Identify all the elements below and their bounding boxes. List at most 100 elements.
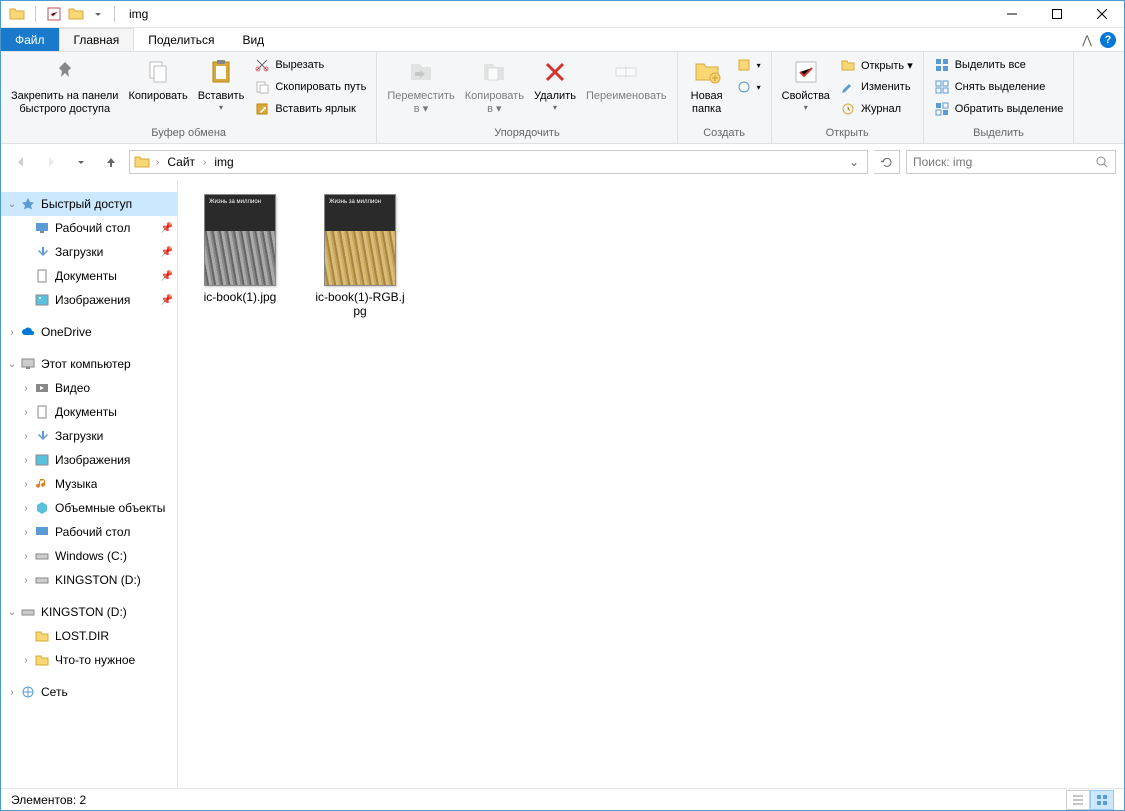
pin-icon: 📌 [161, 223, 173, 234]
ribbon-group-select: Выделить все Снять выделение Обратить вы… [924, 52, 1075, 143]
move-to-button[interactable]: Переместить в ▾ [383, 54, 458, 118]
breadcrumb-sep-icon[interactable]: › [201, 157, 208, 168]
rename-button[interactable]: Переименовать [582, 54, 671, 105]
paste-shortcut-icon [254, 101, 270, 117]
paste-button[interactable]: Вставить ▾ [194, 54, 249, 114]
search-box[interactable] [906, 150, 1116, 174]
copy-path-button[interactable]: Скопировать путь [250, 76, 370, 98]
cloud-icon [19, 324, 37, 340]
thumbnails-view-button[interactable] [1090, 790, 1114, 810]
tree-windows-c[interactable]: ›Windows (C:) [1, 544, 177, 568]
rename-icon [610, 56, 642, 88]
cut-button[interactable]: Вырезать [250, 54, 370, 76]
open-button[interactable]: Открыть ▾ [836, 54, 917, 76]
properties-icon[interactable] [44, 4, 64, 24]
easy-access-icon [736, 79, 752, 95]
copy-to-button[interactable]: Копировать в ▾ [461, 54, 528, 118]
copy-button[interactable]: Копировать [124, 54, 191, 105]
status-items: Элементов: 2 [11, 793, 86, 807]
forward-button[interactable] [39, 150, 63, 174]
tree-videos[interactable]: ›Видео [1, 376, 177, 400]
help-icon[interactable]: ? [1100, 32, 1116, 48]
main-area: ⌄Быстрый доступ Рабочий стол📌 Загрузки📌 … [1, 180, 1124, 788]
navigation-pane: ⌄Быстрый доступ Рабочий стол📌 Загрузки📌 … [1, 180, 178, 788]
tree-desktop[interactable]: Рабочий стол📌 [1, 216, 177, 240]
select-none-button[interactable]: Снять выделение [930, 76, 1068, 98]
move-to-icon [405, 56, 437, 88]
delete-button[interactable]: Удалить ▾ [530, 54, 580, 114]
tree-pictures2[interactable]: ›Изображения [1, 448, 177, 472]
tree-kingston-d2[interactable]: ⌄KINGSTON (D:) [1, 600, 177, 624]
ribbon: Закрепить на панели быстрого доступа Коп… [1, 52, 1124, 144]
open-icon [840, 57, 856, 73]
back-button[interactable] [9, 150, 33, 174]
tree-documents2[interactable]: ›Документы [1, 400, 177, 424]
breadcrumb-sep-icon[interactable]: › [154, 157, 161, 168]
documents-icon [33, 404, 51, 420]
pin-quick-access-button[interactable]: Закрепить на панели быстрого доступа [7, 54, 122, 118]
close-button[interactable] [1079, 1, 1124, 27]
documents-icon [33, 268, 51, 284]
new-folder-icon[interactable] [66, 4, 86, 24]
refresh-button[interactable] [874, 150, 900, 174]
file-item[interactable]: Жизнь за миллион ic-book(1).jpg [192, 194, 288, 304]
tree-pictures[interactable]: Изображения📌 [1, 288, 177, 312]
tab-view[interactable]: Вид [228, 28, 278, 51]
ribbon-collapse-icon[interactable]: ⋀ [1082, 33, 1092, 47]
tree-lost-dir[interactable]: LOST.DIR [1, 624, 177, 648]
drive-icon [33, 572, 51, 588]
address-dropdown-icon[interactable]: ⌄ [845, 155, 863, 169]
copy-path-icon [254, 79, 270, 95]
breadcrumb-current[interactable]: img [212, 155, 235, 169]
select-none-icon [934, 79, 950, 95]
select-all-icon [934, 57, 950, 73]
address-row: › Сайт › img ⌄ [1, 144, 1124, 180]
edit-button[interactable]: Изменить [836, 76, 917, 98]
tab-file[interactable]: Файл [1, 28, 59, 51]
copy-to-icon [478, 56, 510, 88]
ribbon-group-new: Новая папка ▾ ▾ Создать [678, 52, 772, 143]
easy-access-button[interactable]: ▾ [732, 76, 765, 98]
tree-onedrive[interactable]: ›OneDrive [1, 320, 177, 344]
file-name: ic-book(1)-RGB.jpg [312, 290, 408, 319]
qat-dropdown-icon[interactable] [88, 4, 108, 24]
breadcrumb-root[interactable]: Сайт [165, 155, 197, 169]
tree-something[interactable]: ›Что-то нужное [1, 648, 177, 672]
address-bar[interactable]: › Сайт › img ⌄ [129, 150, 868, 174]
invert-selection-button[interactable]: Обратить выделение [930, 98, 1068, 120]
content-pane[interactable]: Жизнь за миллион ic-book(1).jpg Жизнь за… [178, 180, 1124, 788]
history-icon [840, 101, 856, 117]
new-item-button[interactable]: ▾ [732, 54, 765, 76]
star-icon [19, 196, 37, 212]
history-button[interactable]: Журнал [836, 98, 917, 120]
tree-documents[interactable]: Документы📌 [1, 264, 177, 288]
tree-downloads2[interactable]: ›Загрузки [1, 424, 177, 448]
tree-music[interactable]: ›Музыка [1, 472, 177, 496]
properties-button[interactable]: Свойства ▾ [778, 54, 834, 114]
folder-icon[interactable] [7, 4, 27, 24]
downloads-icon [33, 244, 51, 260]
tree-network[interactable]: ›Сеть [1, 680, 177, 704]
select-all-button[interactable]: Выделить все [930, 54, 1068, 76]
up-button[interactable] [99, 150, 123, 174]
file-item[interactable]: Жизнь за миллион ic-book(1)-RGB.jpg [312, 194, 408, 319]
tab-home[interactable]: Главная [59, 28, 135, 51]
details-view-button[interactable] [1066, 790, 1090, 810]
tree-desktop2[interactable]: ›Рабочий стол [1, 520, 177, 544]
minimize-button[interactable] [989, 1, 1034, 27]
tab-share[interactable]: Поделиться [134, 28, 228, 51]
search-icon[interactable] [1095, 155, 1109, 169]
tree-this-pc[interactable]: ⌄Этот компьютер [1, 352, 177, 376]
new-folder-button[interactable]: Новая папка [684, 54, 730, 118]
tree-3d-objects[interactable]: ›Объемные объекты [1, 496, 177, 520]
ribbon-group-clipboard: Закрепить на панели быстрого доступа Коп… [1, 52, 377, 143]
maximize-button[interactable] [1034, 1, 1079, 27]
thumbnail: Жизнь за миллион [324, 194, 396, 286]
tree-kingston-d[interactable]: ›KINGSTON (D:) [1, 568, 177, 592]
search-input[interactable] [913, 155, 1095, 169]
tree-downloads[interactable]: Загрузки📌 [1, 240, 177, 264]
recent-dropdown-icon[interactable] [69, 150, 93, 174]
tree-quick-access[interactable]: ⌄Быстрый доступ [1, 192, 177, 216]
paste-shortcut-button[interactable]: Вставить ярлык [250, 98, 370, 120]
paste-icon [205, 56, 237, 88]
